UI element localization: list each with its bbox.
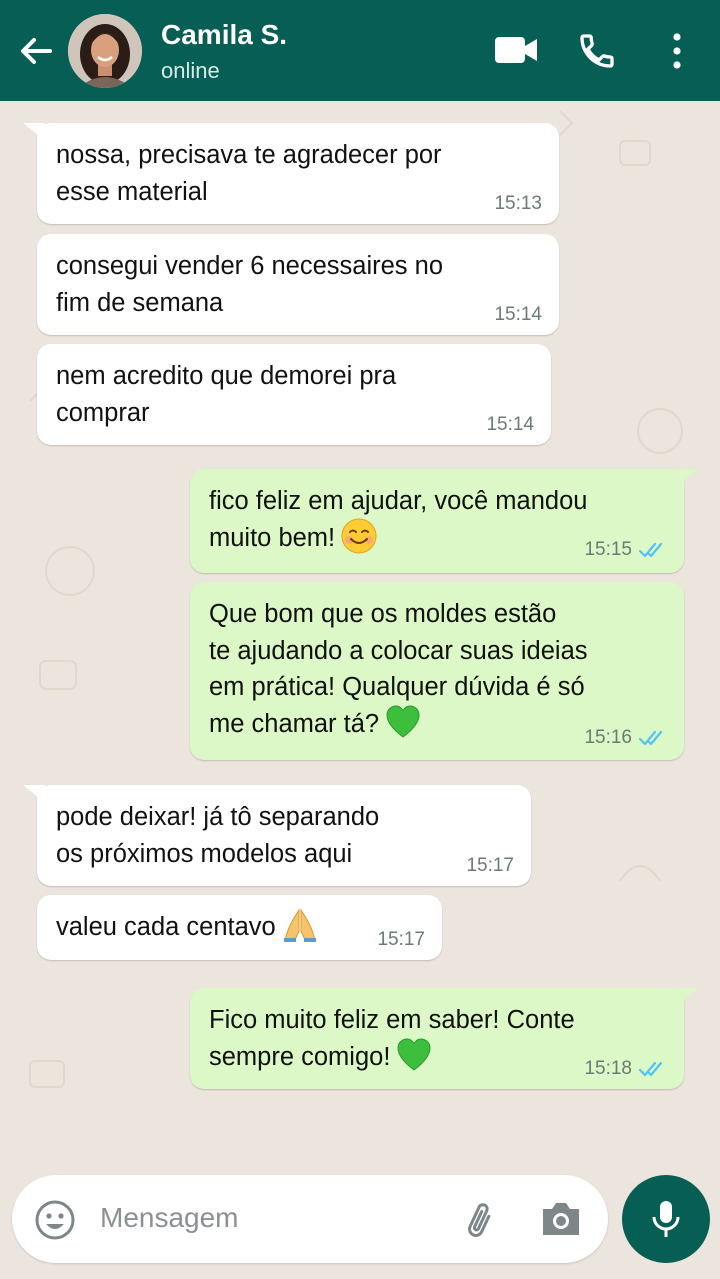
- green-heart-emoji: [397, 1038, 431, 1071]
- camera-icon[interactable]: [539, 1199, 583, 1239]
- contact-status: online: [161, 58, 220, 83]
- message-text-line: comprar: [56, 398, 150, 427]
- message-text-line: te ajudando a colocar suas ideias: [209, 636, 588, 665]
- message-input[interactable]: Mensagem: [100, 1202, 239, 1234]
- green-heart-emoji: [386, 705, 420, 738]
- message-text-line: fim de semana: [56, 288, 224, 317]
- bubble-tail: [23, 123, 45, 141]
- video-call-icon[interactable]: [494, 35, 538, 65]
- chat-header: Camila S. online: [0, 0, 720, 101]
- incoming-message[interactable]: pode deixar! já tô separando os próximos…: [23, 785, 531, 886]
- message-text-line: Que bom que os moldes estão: [209, 600, 557, 628]
- message-text-line: muito bem!: [209, 523, 336, 552]
- message-text-line: pode deixar! já tô separando: [56, 803, 380, 831]
- message-time: 15:14: [494, 304, 542, 325]
- phone-icon[interactable]: [577, 31, 617, 71]
- message-time: 15:18: [584, 1058, 632, 1079]
- message-text-line: nem acredito que demorei pra: [56, 362, 397, 390]
- message-list[interactable]: nossa, precisava te agradecer por esse m…: [0, 101, 720, 1161]
- emoji-icon[interactable]: [34, 1199, 76, 1241]
- message-text-line: Fico muito feliz em saber! Conte: [209, 1006, 575, 1034]
- incoming-message[interactable]: consegui vender 6 necessaires no fim de …: [37, 234, 559, 335]
- folded-hands-emoji: [283, 908, 316, 943]
- message-text-line: esse material: [56, 177, 208, 206]
- more-options-icon[interactable]: [668, 32, 686, 70]
- message-text-line: os próximos modelos aqui: [56, 839, 353, 868]
- message-time: 15:16: [584, 727, 632, 748]
- incoming-message[interactable]: valeu cada centavo 15:17: [37, 895, 442, 960]
- outgoing-message[interactable]: fico feliz em ajudar, você mandou muito …: [190, 469, 698, 573]
- message-time: 15:13: [494, 193, 542, 214]
- contact-name[interactable]: Camila S.: [161, 19, 287, 51]
- incoming-message[interactable]: nem acredito que demorei pra comprar 15:…: [37, 344, 551, 445]
- message-composer[interactable]: Mensagem: [12, 1175, 608, 1263]
- message-text-line: em prática! Qualquer dúvida é só: [209, 673, 585, 701]
- avatar-image: [68, 14, 142, 88]
- message-text-line: me chamar tá?: [209, 709, 380, 738]
- mic-icon: [652, 1201, 680, 1237]
- smiling-face-emoji: [341, 518, 377, 554]
- message-time: 15:15: [584, 539, 632, 560]
- message-time: 15:17: [377, 929, 425, 950]
- avatar[interactable]: [68, 14, 142, 88]
- outgoing-message[interactable]: Fico muito feliz em saber! Conte sempre …: [190, 988, 698, 1089]
- message-text-line: fico feliz em ajudar, você mandou: [209, 487, 588, 515]
- outgoing-message[interactable]: Que bom que os moldes estão te ajudando …: [190, 582, 684, 760]
- bubble-tail: [676, 988, 698, 1006]
- message-time: 15:17: [466, 855, 514, 876]
- read-ticks-icon: [638, 542, 663, 558]
- message-text-line: sempre comigo!: [209, 1042, 391, 1071]
- message-text-line: consegui vender 6 necessaires no: [56, 252, 443, 280]
- read-ticks-icon: [638, 730, 663, 746]
- bubble-tail: [676, 469, 698, 487]
- message-text-line: valeu cada centavo: [56, 913, 276, 941]
- read-ticks-icon: [638, 1061, 663, 1077]
- back-arrow-icon[interactable]: [16, 31, 56, 71]
- bubble-tail: [23, 785, 45, 803]
- attach-icon[interactable]: [460, 1199, 504, 1243]
- incoming-message[interactable]: nossa, precisava te agradecer por esse m…: [23, 123, 559, 224]
- voice-message-button[interactable]: [622, 1175, 710, 1263]
- message-text-line: nossa, precisava te agradecer por: [56, 141, 442, 169]
- message-time: 15:14: [486, 414, 534, 435]
